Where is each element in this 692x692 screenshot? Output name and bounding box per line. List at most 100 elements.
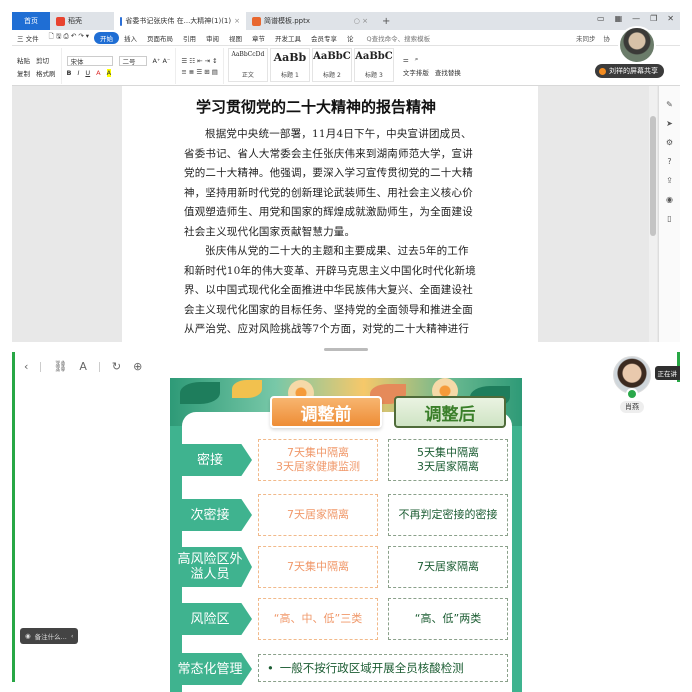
- row-label-high-risk: 高风险区外溢人员: [176, 547, 252, 587]
- menu-item-review[interactable]: 审阅: [201, 33, 224, 43]
- cell-line: “高、中、低”三类: [273, 612, 363, 625]
- tab-document[interactable]: 省委书记张庆伟 在...大精神(1)(1) ×: [114, 12, 246, 30]
- file-menu[interactable]: 三 文件: [12, 33, 44, 43]
- refresh-icon[interactable]: ↻: [112, 360, 121, 373]
- tab-pptx[interactable]: 简谱模板.pptx ○ ×: [246, 12, 374, 30]
- collab-button[interactable]: 协: [604, 33, 611, 43]
- format-painter-button[interactable]: 格式刷: [36, 68, 56, 78]
- tab-label: 首页: [24, 17, 38, 25]
- highlight-icon[interactable]: A: [106, 68, 112, 77]
- scroll-thumb[interactable]: [650, 116, 656, 236]
- copy-button[interactable]: 复制: [17, 68, 30, 78]
- font-family-select[interactable]: 宋体: [66, 55, 113, 66]
- tab-docer[interactable]: 稻壳: [50, 12, 114, 30]
- row-label-close-contact: 密接: [176, 444, 252, 476]
- participant-name: 肖燕: [620, 401, 644, 413]
- ppt-icon: [252, 16, 261, 26]
- book-icon[interactable]: ▯: [667, 214, 671, 223]
- style-heading-2[interactable]: AaBbC 标题 2: [311, 48, 352, 82]
- sync-status[interactable]: 未同步: [576, 33, 596, 43]
- cell-line: 5天集中隔离: [417, 446, 479, 459]
- wps-writer-window: 首页 稻壳 省委书记张庆伟 在...大精神(1)(1) × 简谱模板.pptx ○ …: [12, 12, 680, 342]
- menu-item-start[interactable]: 开始: [94, 31, 120, 44]
- styles-gallery: AaBbCcDd 正文 AaBb 标题 1 AaBbC 标题 2 AaBbC 标题 3: [224, 48, 398, 82]
- text-size-icon[interactable]: A: [79, 360, 87, 373]
- close-window-icon[interactable]: ✕: [667, 14, 674, 23]
- menu-bar: 三 文件 🗋 🖫 ⎙ ↶ ↷ ▾ 开始 插入 页面布局 引用 审阅 视图 章节 …: [12, 30, 680, 46]
- notes-bar[interactable]: ◉ 备注什么... ‹: [20, 628, 79, 644]
- before-cell: 7天集中隔离 3天居家健康监测: [258, 439, 378, 481]
- menu-item-member[interactable]: 会员专享: [306, 33, 342, 43]
- style-normal[interactable]: AaBbCcDd 正文: [227, 48, 268, 82]
- menu-right: 未同步 协: [576, 33, 610, 43]
- header-after: 调整后: [394, 396, 506, 428]
- split-handle[interactable]: [324, 348, 368, 351]
- style-heading-3[interactable]: AaBbC 标题 3: [353, 48, 394, 82]
- menu-item-paper[interactable]: 论: [342, 33, 359, 43]
- tab-label: 省委书记张庆伟 在...大精神(1)(1): [125, 17, 232, 25]
- bold-icon[interactable]: B: [67, 69, 72, 77]
- after-cell: 5天集中隔离 3天居家隔离: [388, 439, 508, 481]
- list-icon[interactable]: ☰ ☷ ⇤ ⇥ ↕: [181, 57, 217, 65]
- location-icon[interactable]: ◉: [666, 195, 673, 204]
- cell-line: 不再判定密接的密接: [398, 508, 498, 521]
- menu-item-insert[interactable]: 插入: [119, 33, 142, 43]
- font-grow-icon[interactable]: A⁺ A⁻: [153, 57, 171, 65]
- cell-line: 7天集中隔离: [287, 560, 349, 573]
- document-paragraph: 根据党中央统一部署，11月4日下午，中央宣讲团成员、省委书记、省人大常委会主任张…: [184, 128, 473, 238]
- vertical-scrollbar[interactable]: [649, 86, 657, 342]
- export-icon[interactable]: ⇪: [666, 176, 673, 185]
- adjust-icon[interactable]: ⚙: [666, 138, 673, 147]
- menu-item-references[interactable]: 引用: [178, 33, 201, 43]
- close-icon[interactable]: ○ ×: [354, 17, 368, 25]
- edit-icon[interactable]: ✎: [666, 100, 673, 109]
- globe-icon[interactable]: ⊕: [133, 360, 142, 373]
- document-paragraph: 张庆伟从党的二十大的主题和主要成果、过去5年的工作和新时代10年的伟大变革、开辟…: [184, 245, 476, 335]
- quick-access-icons[interactable]: 🗋 🖫 ⎙ ↶ ↷ ▾: [44, 32, 94, 43]
- layout-icon[interactable]: ▭: [597, 14, 605, 23]
- minimize-icon[interactable]: —: [632, 14, 640, 23]
- menu-item-chapter[interactable]: 章节: [247, 33, 270, 43]
- menu-item-view[interactable]: 视图: [224, 33, 247, 43]
- slide: 调整前 调整后 密接 7天集中隔离 3天居家健康监测 5天集中隔离 3天居家隔离…: [170, 378, 522, 692]
- paste-button[interactable]: 粘贴: [17, 55, 30, 65]
- participant-tile[interactable]: 肖燕: [612, 356, 652, 413]
- tab-home[interactable]: 首页: [12, 12, 50, 30]
- tab-label: 稻壳: [68, 17, 82, 25]
- italic-icon[interactable]: I: [77, 69, 79, 77]
- command-search[interactable]: Q查找命令、搜索模板: [367, 33, 431, 43]
- restore-icon[interactable]: ❐: [650, 14, 657, 23]
- style-sample: AaBbC: [313, 51, 351, 62]
- grid-icon[interactable]: ▦: [615, 14, 623, 23]
- word-doc-icon: [120, 16, 123, 26]
- leaf-decoration: [180, 382, 220, 404]
- close-icon[interactable]: ×: [234, 17, 240, 25]
- cursor-icon[interactable]: ➤: [666, 119, 673, 128]
- back-icon[interactable]: ‹: [24, 360, 28, 373]
- bullet-icon: •: [267, 661, 274, 675]
- tools-group: ⚌ ⌕ 文字排版 查找替换: [398, 48, 466, 84]
- help-icon[interactable]: ?: [667, 157, 671, 166]
- new-tab-button[interactable]: +: [374, 16, 398, 27]
- font-color-icon[interactable]: A: [96, 69, 100, 77]
- link-icon[interactable]: ⛓: [53, 360, 67, 373]
- collapse-icon[interactable]: ‹: [71, 632, 74, 640]
- toolbar-divider: [40, 361, 42, 372]
- paragraph-group: ☰ ☷ ⇤ ⇥ ↕ ≡ ≣ ☰ ⊞ ▤: [176, 48, 224, 84]
- docer-icon: [56, 16, 65, 26]
- underline-icon[interactable]: U: [85, 69, 90, 77]
- find-replace-button[interactable]: 查找替换: [435, 67, 461, 77]
- toolbar-divider: [98, 361, 100, 372]
- text-layout-button[interactable]: 文字排版: [403, 67, 429, 77]
- align-icon[interactable]: ≡ ≣ ☰ ⊞ ▤: [181, 68, 218, 76]
- font-size-select[interactable]: 二号: [118, 55, 147, 66]
- menu-item-page-layout[interactable]: 页面布局: [142, 33, 178, 43]
- style-heading-1[interactable]: AaBb 标题 1: [269, 48, 310, 82]
- row-label-risk-area: 风险区: [176, 603, 252, 635]
- routine-cell: • 一般不按行政区域开展全员核酸检测: [258, 654, 508, 682]
- before-cell: “高、中、低”三类: [258, 598, 378, 640]
- screen-share-pill[interactable]: 刘祥的屏幕共享: [595, 64, 664, 78]
- menu-item-dev-tools[interactable]: 开发工具: [270, 33, 306, 43]
- cut-button[interactable]: 剪切: [36, 55, 49, 65]
- document-page[interactable]: 学习贯彻党的二十大精神的报告精神 根据党中央统一部署，11月4日下午，中央宣讲团…: [122, 86, 538, 342]
